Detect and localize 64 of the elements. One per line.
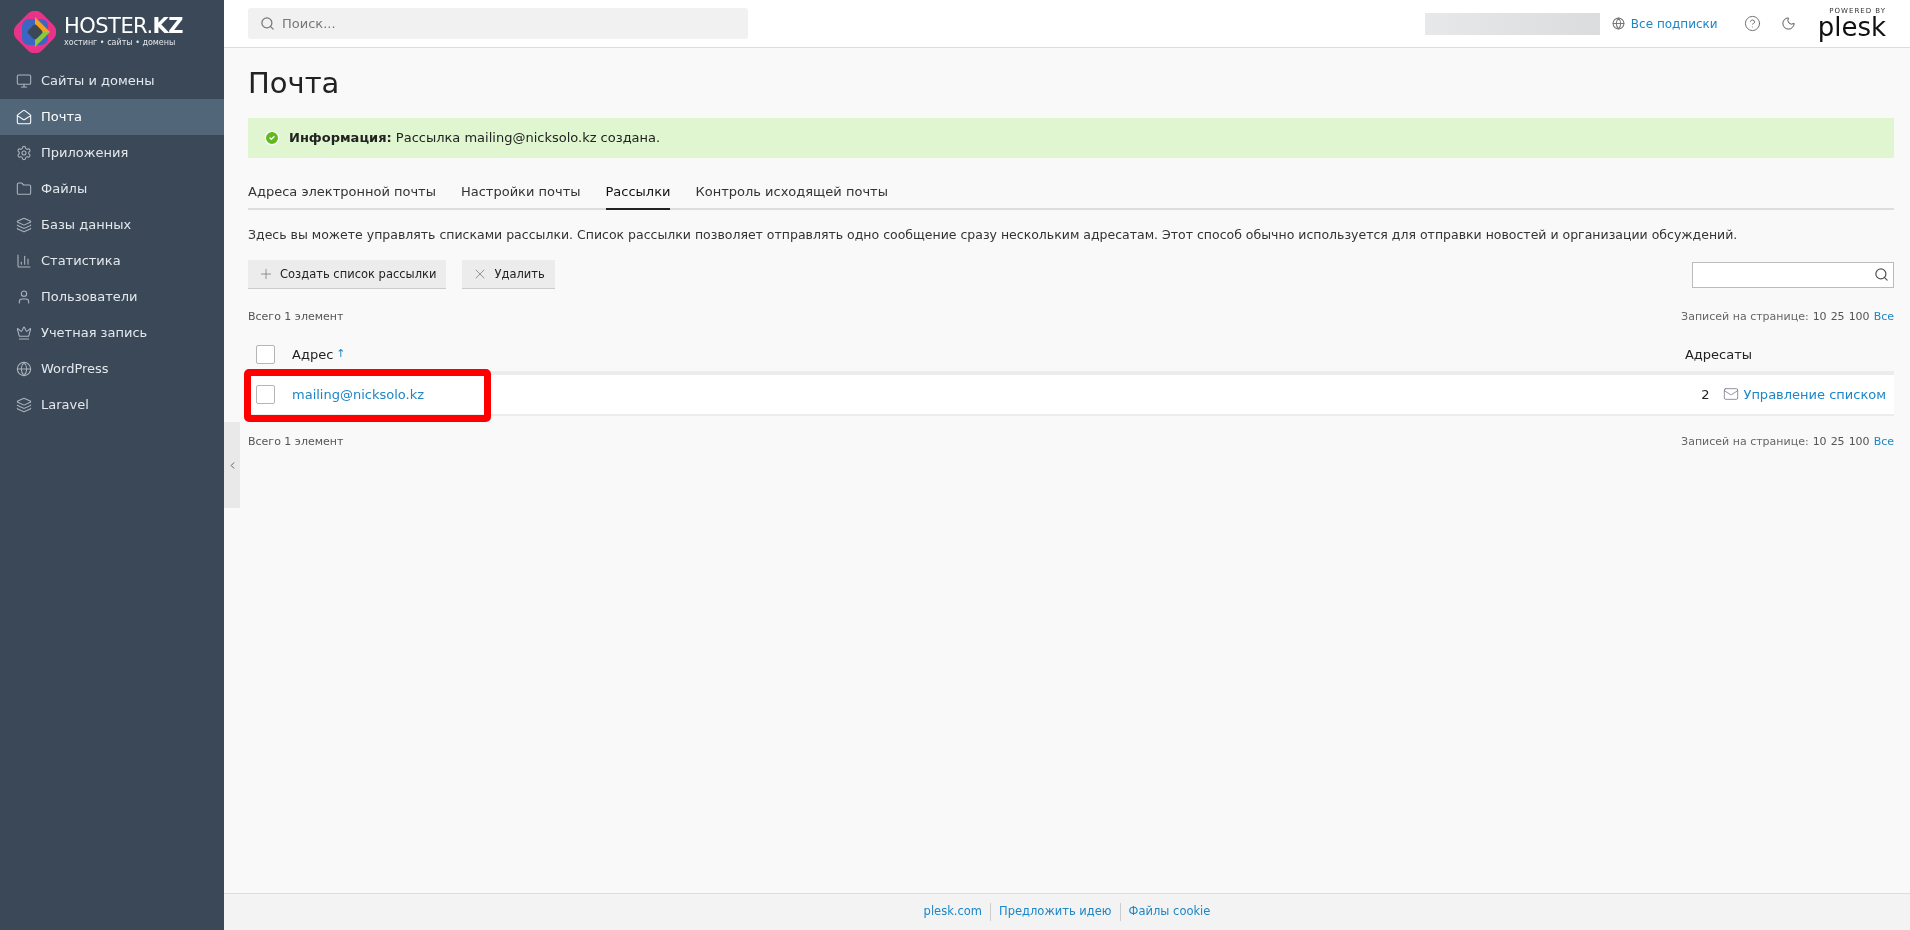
message-text: Информация: Рассылка mailing@nicksolo.kz создана.: [289, 129, 661, 148]
sidebar-item[interactable]: Пользователи: [0, 279, 224, 315]
monitor-icon: [16, 73, 32, 89]
checkbox[interactable]: [256, 384, 275, 404]
per-page-label: Записей на странице:: [1681, 433, 1809, 450]
description-text: Здесь вы можете управлять списками рассылки. Список рассылки позволяет отправлять одно сообщение сразу нескольким адресатам. Этот способ обычно используется для отправки новостей и организации обсуждений.: [248, 225, 1739, 244]
search-icon: [1874, 267, 1889, 283]
layers-icon: [16, 397, 32, 413]
envelope-icon: [1723, 386, 1740, 403]
per-page-option[interactable]: 10: [1812, 309, 1827, 326]
tab[interactable]: Рассылки: [605, 182, 671, 210]
sidebar-item[interactable]: WordPress: [0, 351, 224, 387]
per-page-option[interactable]: 10: [1812, 433, 1827, 451]
sidebar-item[interactable]: Laravel: [0, 387, 224, 423]
total-count: Всего 1 элемент: [248, 309, 344, 326]
address-link[interactable]: mailing@nicksolo.kz: [292, 384, 425, 404]
recipient-count: 2: [1701, 385, 1710, 404]
envelope-icon: [16, 109, 32, 125]
check-circle-icon: [264, 130, 280, 146]
page-title: Почта: [248, 65, 341, 101]
subscriptions-link[interactable]: Все подписки: [1611, 14, 1718, 33]
sidebar-item[interactable]: Почта: [0, 99, 224, 135]
sidebar-item[interactable]: Учетная запись: [0, 315, 224, 351]
sidebar-item[interactable]: Статистика: [0, 243, 224, 279]
per-page-option[interactable]: Все: [1873, 433, 1894, 451]
tab[interactable]: Контроль исходящей почты: [695, 182, 888, 210]
per-page-option[interactable]: 25: [1830, 309, 1845, 326]
footer-link[interactable]: plesk.com: [915, 903, 991, 921]
layers-icon: [16, 217, 32, 233]
crown-icon: [16, 325, 32, 341]
per-page-option[interactable]: 100: [1848, 433, 1870, 451]
sidebar-item[interactable]: Файлы: [0, 171, 224, 207]
column-header[interactable]: Адрес ↑: [292, 344, 346, 364]
moon-icon[interactable]: [1780, 16, 1796, 31]
sidebar-item[interactable]: Сайты и домены: [0, 63, 224, 99]
footer-link[interactable]: Файлы cookie: [1119, 903, 1219, 921]
gear-icon: [16, 145, 32, 161]
sidebar-item[interactable]: Приложения: [0, 135, 224, 171]
sidebar-item[interactable]: Базы данных: [0, 207, 224, 243]
logo-tagline: хостинг • сайты • домены: [64, 39, 177, 47]
user-icon: [16, 289, 32, 305]
search-field[interactable]: Поиск...: [248, 8, 748, 39]
tab[interactable]: Настройки почты: [460, 182, 581, 210]
bar-chart-icon: [16, 253, 32, 269]
tab[interactable]: Адреса электронной почты: [248, 182, 436, 210]
manage-list-link[interactable]: Управление списком: [1723, 384, 1886, 404]
per-page-option[interactable]: 25: [1830, 433, 1845, 451]
collapse-handle[interactable]: [224, 422, 240, 508]
delete-button[interactable]: Удалить: [462, 260, 555, 290]
logo-text: HOSTER.KZ: [64, 16, 184, 37]
per-page-option[interactable]: Все: [1873, 309, 1894, 326]
total-count: Всего 1 элемент: [248, 433, 344, 450]
column-header: Адресаты: [1684, 345, 1752, 364]
globe-icon: [16, 361, 32, 377]
folder-icon: [16, 181, 32, 197]
list-search-field[interactable]: [1692, 261, 1894, 288]
create-button[interactable]: Создать список рассылки: [248, 260, 447, 290]
per-page-option[interactable]: 100: [1848, 309, 1870, 326]
checkbox[interactable]: [256, 344, 275, 364]
help-icon[interactable]: [1743, 15, 1761, 32]
footer-link[interactable]: Предложить идею: [990, 903, 1120, 921]
globe-icon: [1611, 17, 1625, 30]
search-icon: [260, 16, 275, 31]
per-page-label: Записей на странице:: [1681, 309, 1809, 326]
